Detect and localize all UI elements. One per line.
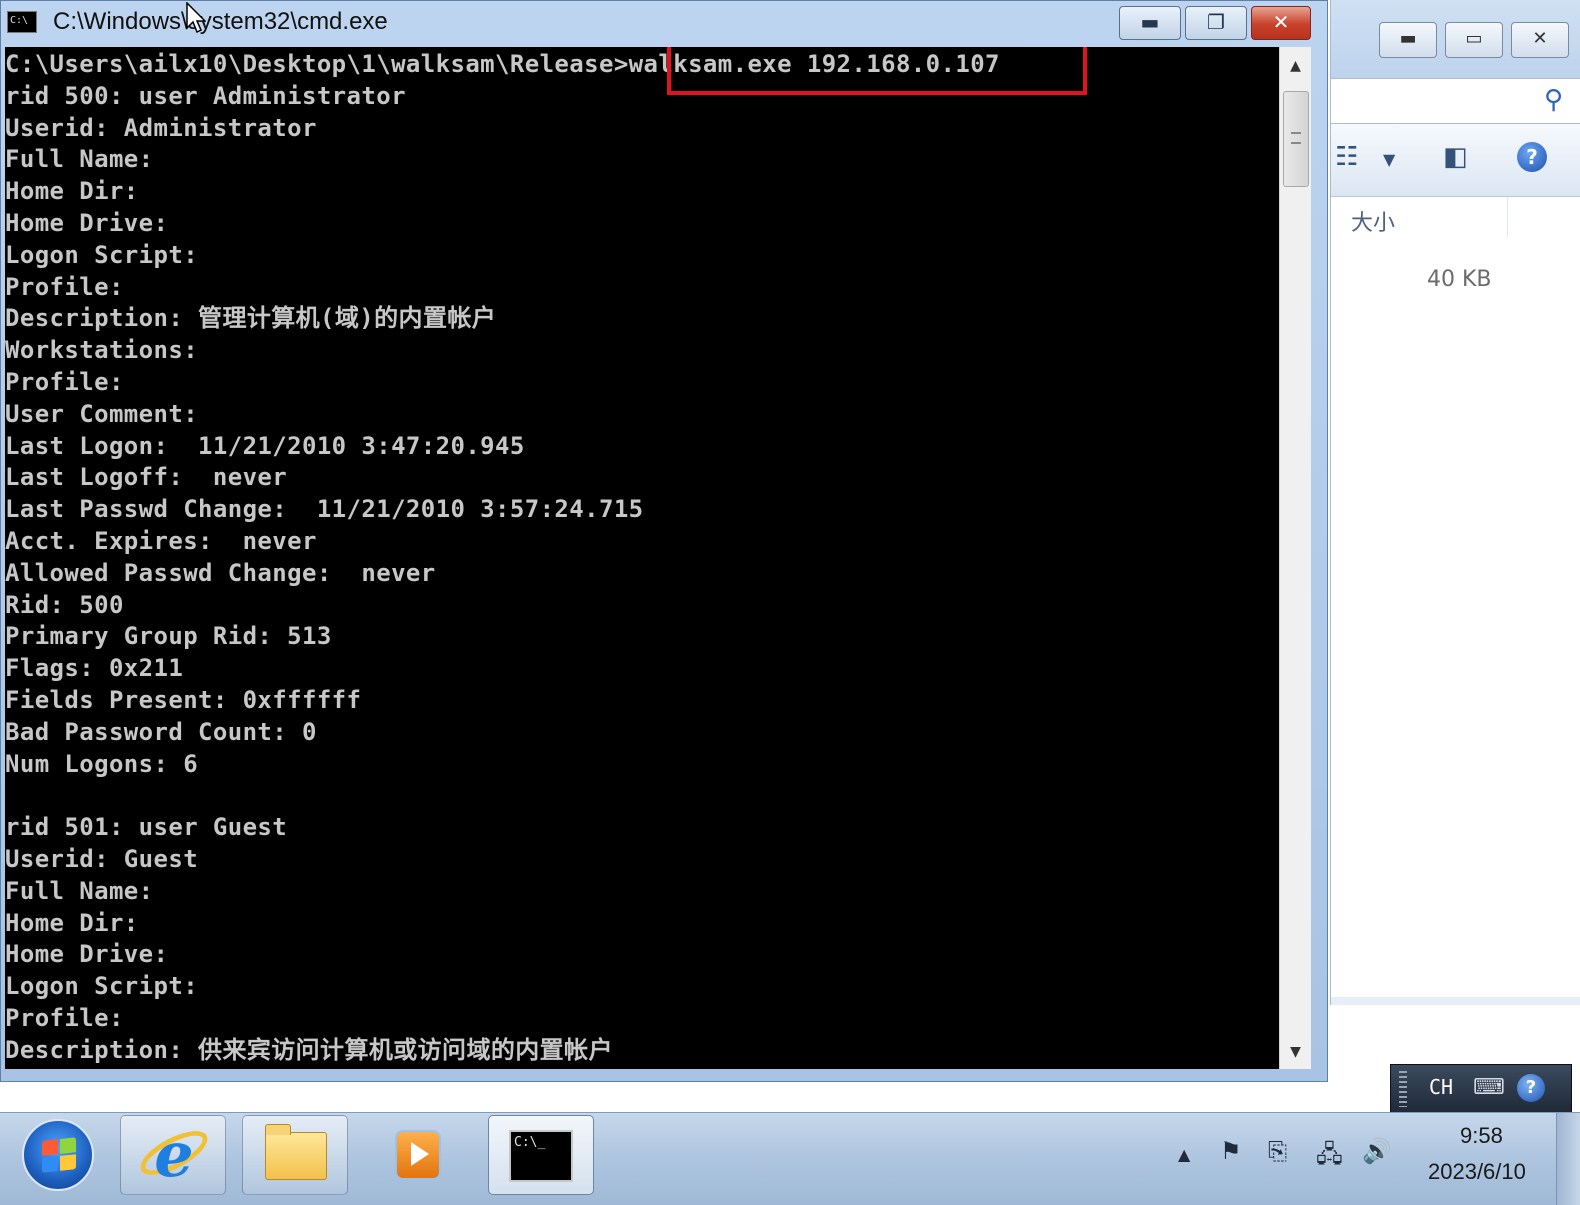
help-icon[interactable]: ? bbox=[1517, 142, 1547, 172]
console-line: User Comment: bbox=[5, 399, 199, 428]
folder-icon bbox=[265, 1124, 327, 1180]
column-header-size[interactable]: 大小 bbox=[1351, 205, 1395, 237]
minimize-button[interactable]: ▬ bbox=[1119, 6, 1181, 40]
clock-date[interactable]: 2023/6/10 bbox=[1428, 1159, 1526, 1185]
console-line: Home Dir: bbox=[5, 177, 139, 206]
show-hidden-icons-icon[interactable]: ▲ bbox=[1178, 1145, 1190, 1164]
restore-button[interactable]: ❐ bbox=[1185, 6, 1247, 40]
console-line: Home Drive: bbox=[5, 940, 169, 969]
explorer-titlebar: ▬ ▭ ✕ bbox=[1331, 0, 1580, 78]
langbar-grip[interactable] bbox=[1399, 1071, 1407, 1107]
console-line: Profile: bbox=[5, 367, 124, 396]
console-line: Bad Password Count: 0 bbox=[5, 717, 317, 746]
explorer-search-box[interactable]: ⚲ bbox=[1331, 78, 1580, 124]
column-separator[interactable] bbox=[1507, 197, 1508, 237]
show-desktop-button[interactable] bbox=[1556, 1113, 1580, 1205]
console-line: Workstations: bbox=[5, 336, 199, 365]
console-line: Userid: Administrator bbox=[5, 113, 317, 142]
console-line: Primary Group Rid: 513 bbox=[5, 622, 332, 651]
search-icon[interactable]: ⚲ bbox=[1544, 85, 1563, 115]
action-center-flag-icon[interactable]: ⚑ bbox=[1220, 1137, 1242, 1165]
console-area[interactable]: C:\Users\ailx10\Desktop\1\walksam\Releas… bbox=[5, 47, 1311, 1069]
console-output[interactable]: C:\Users\ailx10\Desktop\1\walksam\Releas… bbox=[5, 49, 1277, 1069]
internet-explorer-icon: e bbox=[154, 1118, 194, 1191]
explorer-close-button[interactable]: ✕ bbox=[1511, 22, 1569, 58]
console-line: Logon Script: bbox=[5, 240, 199, 269]
clock-time[interactable]: 9:58 bbox=[1460, 1123, 1503, 1149]
safely-remove-hardware-icon[interactable]: ⎘ bbox=[1268, 1137, 1287, 1165]
media-player-icon bbox=[395, 1130, 441, 1180]
console-line: Full Name: bbox=[5, 876, 154, 905]
console-line: Acct. Expires: never bbox=[5, 526, 317, 555]
console-line: Logon Script: bbox=[5, 972, 199, 1001]
console-line: Rid: 500 bbox=[5, 590, 124, 619]
taskbar: e C:\_ ▲ ⚑ ⎘ 🖧 🔊 9:58 2023/6/10 bbox=[0, 1112, 1580, 1205]
console-line: Fields Present: 0xffffff bbox=[5, 685, 362, 714]
taskbar-file-explorer[interactable] bbox=[242, 1115, 348, 1195]
console-line: Description: 管理计算机(域)的内置帐户 bbox=[5, 304, 497, 333]
console-line: Allowed Passwd Change: never bbox=[5, 558, 436, 587]
scrollbar-thumb[interactable] bbox=[1283, 91, 1309, 187]
explorer-maximize-button[interactable]: ▭ bbox=[1445, 22, 1503, 58]
windows-logo-icon bbox=[42, 1137, 76, 1173]
console-line: rid 501: user Guest bbox=[5, 813, 288, 842]
scroll-down-arrow-icon[interactable]: ▼ bbox=[1280, 1037, 1311, 1067]
taskbar-media-player[interactable] bbox=[364, 1115, 470, 1195]
file-size-value: 40 KB bbox=[1427, 267, 1492, 292]
console-line: Home Dir: bbox=[5, 908, 139, 937]
preview-pane-icon[interactable]: ◧ bbox=[1443, 142, 1468, 172]
console-line: Full Name: bbox=[5, 145, 154, 174]
console-line: Flags: 0x211 bbox=[5, 654, 184, 683]
network-icon[interactable]: 🖧 bbox=[1316, 1137, 1343, 1178]
close-button[interactable]: ✕ bbox=[1251, 6, 1311, 40]
vertical-scrollbar[interactable]: ▲ ▼ bbox=[1279, 47, 1311, 1069]
view-options-icon[interactable]: ☷ bbox=[1335, 142, 1358, 172]
input-language[interactable]: CH bbox=[1429, 1075, 1453, 1099]
cmd-app-icon[interactable]: C:\ bbox=[7, 11, 37, 33]
window-title: C:\Windows\system32\cmd.exe bbox=[53, 8, 388, 35]
chevron-down-icon[interactable]: ▼ bbox=[1383, 150, 1395, 169]
console-line: Last Passwd Change: 11/21/2010 3:57:24.7… bbox=[5, 495, 644, 524]
explorer-file-list: 大小 40 KB bbox=[1331, 197, 1580, 997]
help-icon[interactable]: ? bbox=[1517, 1074, 1545, 1102]
volume-icon[interactable]: 🔊 bbox=[1362, 1137, 1392, 1165]
language-bar: CH ⌨ ? bbox=[1390, 1064, 1572, 1114]
explorer-window: ▬ ▭ ✕ ⚲ ☷ ▼ ◧ ? 大小 40 KB bbox=[1330, 0, 1580, 1005]
console-line: Num Logons: 6 bbox=[5, 749, 199, 778]
taskbar-cmd[interactable]: C:\_ bbox=[488, 1115, 594, 1195]
console-line: Profile: bbox=[5, 272, 124, 301]
command-highlight-box bbox=[667, 47, 1087, 95]
console-line: Home Drive: bbox=[5, 208, 169, 237]
command-prompt-icon: C:\_ bbox=[509, 1130, 573, 1182]
grip-icon bbox=[1291, 132, 1301, 144]
console-line: Last Logon: 11/21/2010 3:47:20.945 bbox=[5, 431, 525, 460]
console-line: Last Logoff: never bbox=[5, 463, 288, 492]
console-line: Profile: bbox=[5, 1003, 124, 1032]
mouse-pointer-icon bbox=[186, 2, 206, 34]
console-line: Description: 供来宾访问计算机或访问域的内置帐户 bbox=[5, 1035, 613, 1064]
scroll-up-arrow-icon[interactable]: ▲ bbox=[1280, 51, 1311, 81]
keyboard-icon[interactable]: ⌨ bbox=[1473, 1075, 1505, 1100]
explorer-toolbar: ☷ ▼ ◧ ? bbox=[1331, 124, 1580, 197]
cmd-window: C:\ C:\Windows\system32\cmd.exe ▬ ❐ ✕ C:… bbox=[0, 0, 1328, 1082]
taskbar-internet-explorer[interactable]: e bbox=[120, 1115, 226, 1195]
explorer-minimize-button[interactable]: ▬ bbox=[1379, 22, 1437, 58]
console-line: Userid: Guest bbox=[5, 844, 199, 873]
start-button[interactable] bbox=[22, 1119, 94, 1191]
